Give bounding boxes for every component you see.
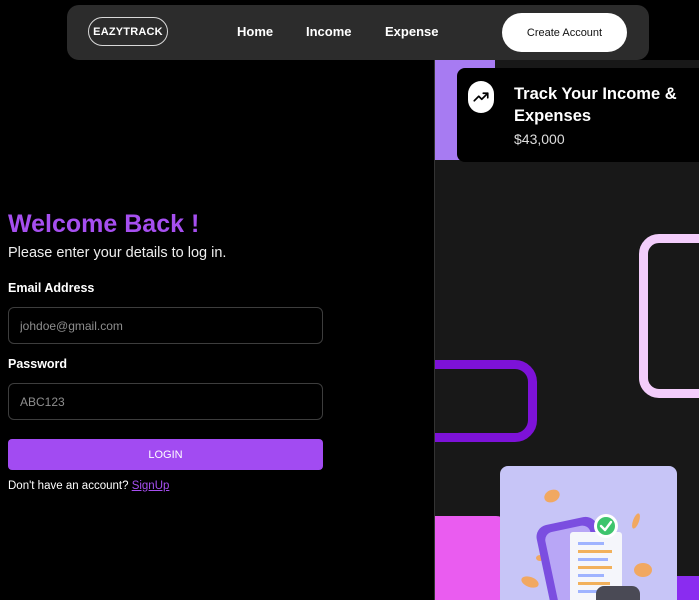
email-field[interactable] bbox=[8, 307, 323, 344]
hero-panel: Track Your Income & Expenses $43,000 bbox=[434, 60, 699, 600]
nav-link-home[interactable]: Home bbox=[237, 24, 273, 39]
password-field[interactable] bbox=[8, 383, 323, 420]
page-subtitle: Please enter your details to log in. bbox=[8, 245, 227, 261]
nav-link-income[interactable]: Income bbox=[306, 24, 352, 39]
page-title: Welcome Back ! bbox=[8, 210, 200, 238]
create-account-button[interactable]: Create Account bbox=[502, 13, 627, 52]
stat-card-title: Track Your Income & Expenses bbox=[514, 85, 677, 125]
stat-card: Track Your Income & Expenses $43,000 bbox=[457, 68, 699, 162]
brand-logo[interactable]: EAZYTRACK bbox=[88, 17, 168, 46]
stat-card-amount: $43,000 bbox=[514, 131, 565, 147]
signup-prompt: Don't have an account? bbox=[8, 480, 129, 492]
pink-ring-shape bbox=[639, 234, 699, 398]
nav-link-expense[interactable]: Expense bbox=[385, 24, 438, 39]
signup-link[interactable]: SignUp bbox=[132, 480, 170, 492]
email-label: Email Address bbox=[8, 281, 95, 295]
signup-row: Don't have an account? SignUp bbox=[8, 480, 169, 492]
password-label: Password bbox=[8, 357, 68, 371]
navbar: EAZYTRACK Home Income Expense Create Acc… bbox=[67, 5, 649, 60]
trending-up-icon bbox=[468, 81, 494, 113]
violet-ring-shape bbox=[435, 360, 537, 442]
phone-receipt-coins-illustration bbox=[500, 466, 677, 600]
login-button[interactable]: LOGIN bbox=[8, 439, 323, 470]
pink-blob-shape bbox=[435, 516, 510, 600]
